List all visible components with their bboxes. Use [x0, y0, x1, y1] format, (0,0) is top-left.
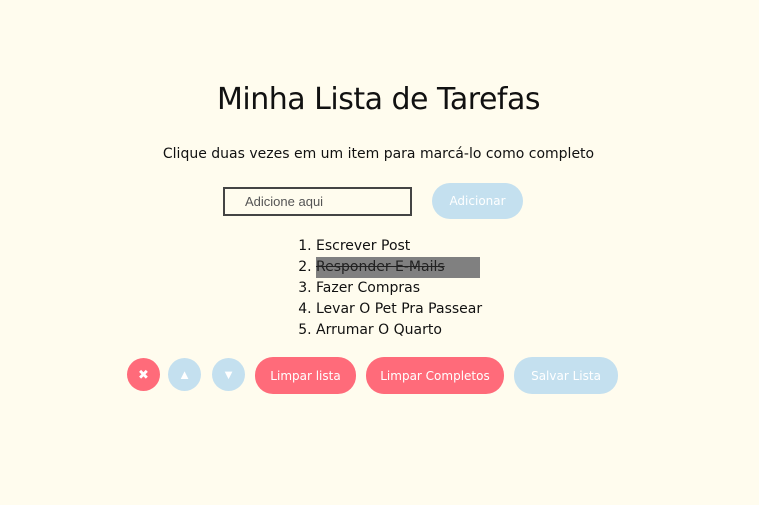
- task-item[interactable]: Escrever Post: [316, 236, 484, 257]
- page-title: Minha Lista de Tarefas: [216, 82, 541, 117]
- task-item[interactable]: Fazer Compras: [316, 278, 484, 299]
- task-item-label: Levar O Pet Pra Passear: [316, 301, 483, 317]
- task-list: Escrever Post Responder E-Mails Fazer Co…: [279, 236, 484, 341]
- task-item-label: Responder E-Mails: [316, 257, 480, 278]
- instructions-text: Clique duas vezes em um item para marcá-…: [162, 146, 595, 162]
- task-item-label: Escrever Post: [316, 238, 411, 254]
- move-down-button[interactable]: ▼: [212, 358, 245, 391]
- close-icon: ✖: [138, 367, 149, 382]
- task-input[interactable]: [223, 187, 412, 216]
- task-item-completed[interactable]: Responder E-Mails: [316, 257, 484, 278]
- task-item-label: Fazer Compras: [316, 280, 421, 296]
- arrow-down-icon: ▼: [222, 367, 235, 382]
- clear-completed-button[interactable]: Limpar Completos: [366, 357, 504, 394]
- arrow-up-icon: ▲: [178, 367, 191, 382]
- move-up-button[interactable]: ▲: [168, 358, 201, 391]
- delete-button[interactable]: ✖: [127, 358, 160, 391]
- save-list-button[interactable]: Salvar Lista: [514, 357, 618, 394]
- task-item-label: Arrumar O Quarto: [316, 322, 442, 338]
- task-item[interactable]: Levar O Pet Pra Passear: [316, 299, 484, 320]
- add-button[interactable]: Adicionar: [432, 183, 523, 219]
- task-item[interactable]: Arrumar O Quarto: [316, 320, 484, 341]
- clear-list-button[interactable]: Limpar lista: [255, 357, 356, 394]
